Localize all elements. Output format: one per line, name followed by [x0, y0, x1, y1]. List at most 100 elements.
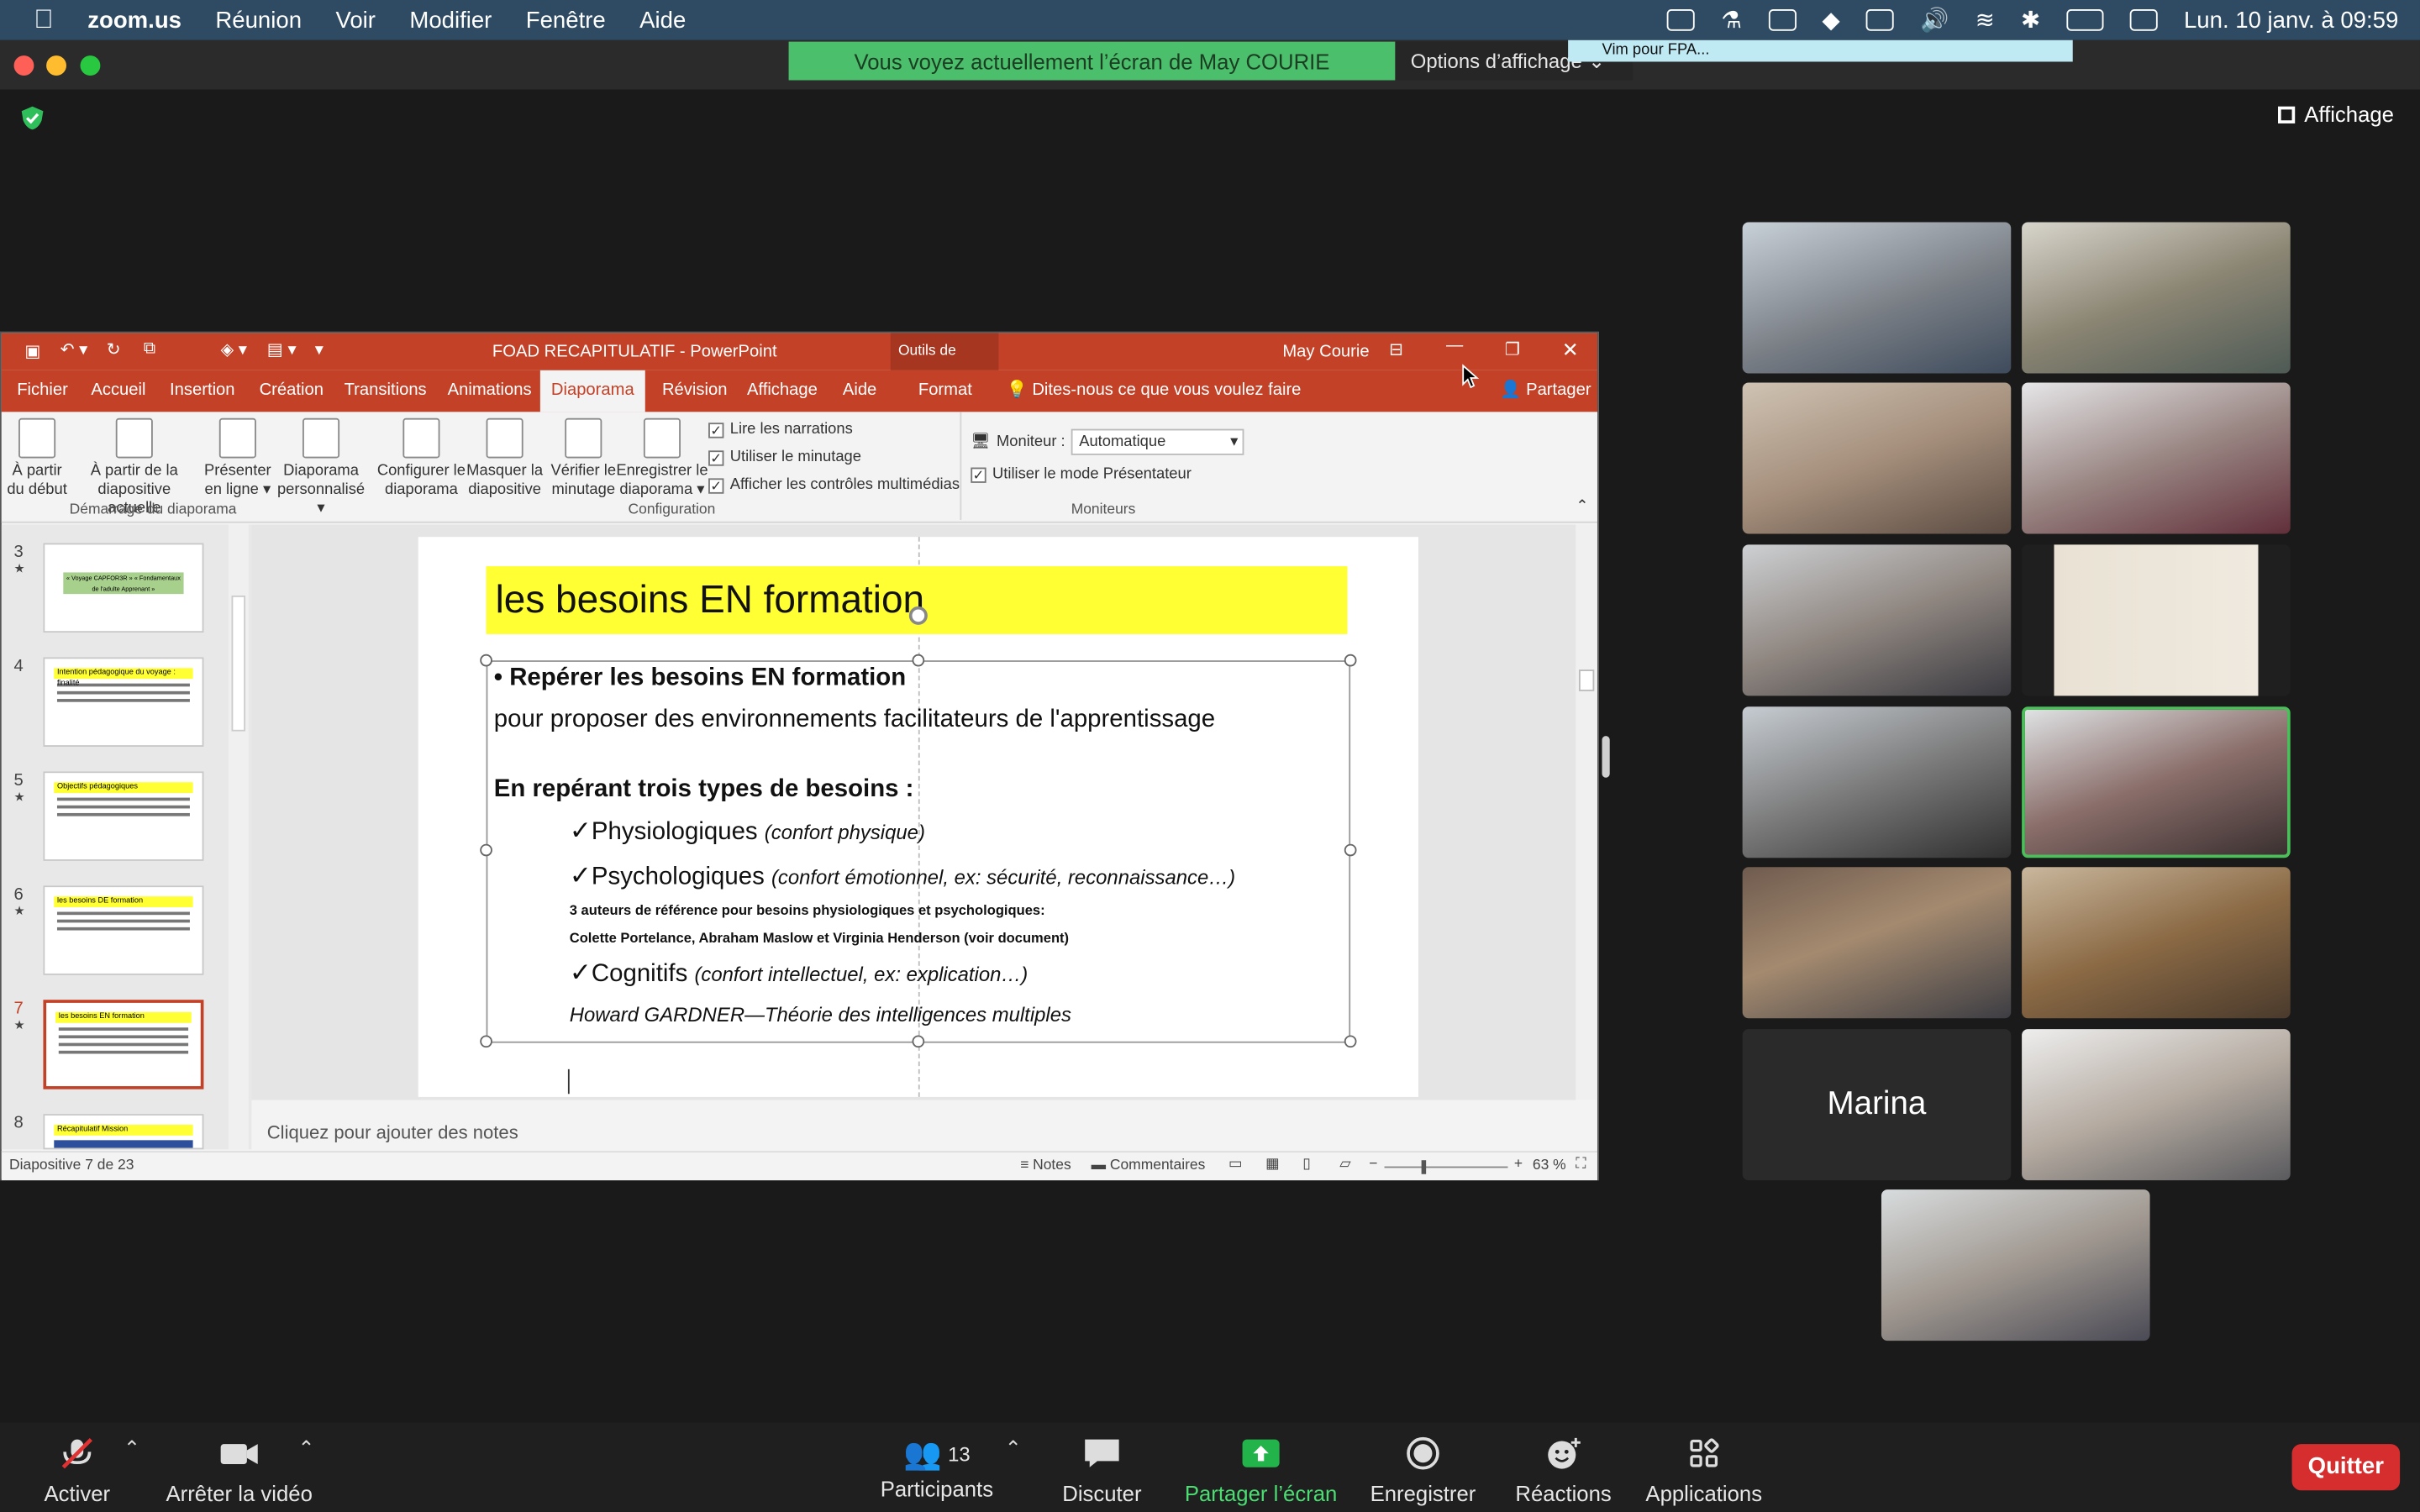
apple-icon[interactable]: 	[34, 5, 53, 36]
menu-item-reunion[interactable]: Réunion	[215, 7, 302, 33]
slide-thumbnail[interactable]: les besoins DE formation	[43, 885, 204, 975]
resize-handle[interactable]	[480, 654, 492, 667]
shield-icon[interactable]	[20, 105, 45, 131]
restore-icon[interactable]: ❐	[1505, 339, 1520, 360]
menu-clock[interactable]: Lun. 10 janv. à 09:59	[2184, 7, 2398, 33]
tab-transitions[interactable]: Transitions	[345, 370, 427, 412]
menu-item-modifier[interactable]: Modifier	[409, 7, 492, 33]
bluetooth-icon[interactable]: ✱	[2021, 6, 2040, 34]
presenter-view-checkbox[interactable]: ✓ Utiliser le mode Présentateur	[971, 466, 1192, 483]
record-button[interactable]: Enregistrer	[1365, 1422, 1482, 1512]
normal-view-icon[interactable]: ▭	[1228, 1156, 1243, 1173]
zoom-slider-thumb[interactable]	[1421, 1160, 1427, 1174]
wifi-icon[interactable]: ≋	[1975, 6, 1995, 34]
leave-meeting-button[interactable]: Quitter	[2291, 1444, 2401, 1491]
apps-button[interactable]: Applications	[1640, 1422, 1767, 1512]
hide-slide-button[interactable]: Masquer la diapositive	[465, 412, 545, 500]
slide-thumbnail[interactable]: « Voyage CAPFOR3R » « Fondamentaux de l'…	[43, 543, 204, 633]
resize-handle[interactable]	[1344, 654, 1357, 667]
tab-format[interactable]: Format	[918, 370, 972, 412]
resize-handle[interactable]	[480, 843, 492, 857]
use-timings-checkbox[interactable]: ✓ Utiliser le minutage	[708, 449, 861, 466]
menu-item-voir[interactable]: Voir	[335, 7, 375, 33]
video-tile[interactable]	[2022, 382, 2291, 534]
chevron-up-icon[interactable]: ⌃	[124, 1436, 140, 1461]
user-name[interactable]: May Courie	[1282, 343, 1369, 361]
rotate-handle-icon[interactable]	[908, 606, 928, 625]
from-start-icon[interactable]: ⧉	[144, 339, 155, 360]
tab-aide[interactable]: Aide	[843, 370, 876, 412]
tell-me-box[interactable]: 💡 Dites-nous ce que vous voulez faire	[1007, 370, 1302, 412]
tab-animations[interactable]: Animations	[448, 370, 532, 412]
media-controls-checkbox[interactable]: ✓ Afficher les contrôles multimédias	[708, 477, 960, 494]
view-button[interactable]: Affichage	[2278, 102, 2394, 127]
tab-creation[interactable]: Création	[260, 370, 324, 412]
fullscreen-window-button[interactable]	[80, 55, 101, 76]
menu-item-fenetre[interactable]: Fenêtre	[526, 7, 606, 33]
undo-icon[interactable]: ↶ ▾	[60, 339, 88, 360]
comments-toggle[interactable]: ▬ Commentaires	[1092, 1158, 1206, 1174]
stop-video-button[interactable]: Arrêter la vidéo	[162, 1422, 317, 1512]
record-show-button[interactable]: Enregistrer le diaporama ▾	[616, 412, 708, 500]
current-slide[interactable]: les besoins EN formation • Repérer les b…	[418, 537, 1418, 1097]
notes-pane[interactable]: Cliquez pour ajouter des notes	[251, 1116, 1576, 1150]
unmute-button[interactable]: Activer	[39, 1422, 116, 1512]
resize-handle[interactable]	[1344, 1035, 1357, 1048]
share-button[interactable]: 👤 Partager	[1500, 370, 1591, 412]
video-tile[interactable]	[1742, 706, 2012, 858]
customize-qat-icon[interactable]: ▾	[315, 339, 324, 360]
resize-handle[interactable]	[912, 1035, 925, 1048]
video-tile[interactable]	[2022, 544, 2291, 696]
menu-item-aide[interactable]: Aide	[639, 7, 686, 33]
slide-thumbnail-selected[interactable]: les besoins EN formation	[43, 1000, 204, 1089]
zoom-level[interactable]: 63 %	[1533, 1158, 1566, 1174]
video-tile[interactable]	[1742, 867, 2012, 1019]
share-screen-button[interactable]: Partager l’écran	[1181, 1422, 1341, 1512]
slide-counter[interactable]: Diapositive 7 de 23	[9, 1158, 134, 1174]
redo-icon[interactable]: ↻	[107, 339, 121, 360]
tab-revision[interactable]: Révision	[662, 370, 727, 412]
tab-fichier[interactable]: Fichier	[17, 370, 68, 412]
video-tile[interactable]	[1742, 222, 2012, 374]
scrollbar-thumb[interactable]	[1578, 669, 1595, 691]
calendar-icon[interactable]	[1768, 9, 1797, 31]
slide-thumbnail[interactable]: Intention pédagogique du voyage : finali…	[43, 657, 204, 747]
dropbox-icon[interactable]: ◆	[1822, 6, 1839, 34]
battery-icon[interactable]	[2066, 9, 2104, 31]
present-online-button[interactable]: Présenter en ligne ▾	[203, 412, 273, 500]
zoom-status-icon[interactable]	[1666, 9, 1696, 31]
save-icon[interactable]: ▣	[24, 341, 40, 361]
slideshow-view-icon[interactable]: ▱	[1339, 1156, 1350, 1173]
control-center-icon[interactable]	[2129, 9, 2158, 31]
video-tile-active-speaker[interactable]	[2022, 706, 2291, 858]
editor-scrollbar[interactable]	[1576, 524, 1598, 1100]
video-tile[interactable]	[2022, 1029, 2291, 1181]
video-tile-name-only[interactable]: Marina	[1742, 1029, 2012, 1181]
slide-thumbnail[interactable]: Objectifs pédagogiques	[43, 771, 204, 861]
slide-thumbnail[interactable]: Récapitulatif Mission	[43, 1114, 204, 1150]
tab-diaporama[interactable]: Diaporama	[539, 370, 645, 412]
minimize-window-button[interactable]	[46, 55, 66, 76]
close-window-button[interactable]	[13, 55, 34, 76]
video-tile[interactable]	[1742, 544, 2012, 696]
zoom-out-icon[interactable]: −	[1369, 1156, 1377, 1173]
collapse-ribbon-icon[interactable]: ⌃	[1576, 498, 1588, 515]
menu-app-name[interactable]: zoom.us	[87, 7, 182, 33]
reactions-button[interactable]: Réactions	[1512, 1422, 1614, 1512]
video-tile[interactable]	[1742, 382, 2012, 534]
zoom-in-icon[interactable]: +	[1514, 1156, 1523, 1173]
scrollbar-thumb[interactable]	[231, 595, 246, 732]
flask-icon[interactable]: ⚗	[1721, 6, 1742, 34]
close-icon[interactable]: ✕	[1562, 338, 1579, 362]
from-start-button[interactable]: À partir du début	[5, 412, 70, 500]
fill-color-icon[interactable]: ◈ ▾	[221, 339, 247, 360]
chevron-up-icon[interactable]: ⌃	[1005, 1436, 1022, 1461]
video-tile[interactable]	[1881, 1189, 2150, 1341]
monitor-select[interactable]: Automatique ▾	[1071, 428, 1244, 455]
zoom-slider[interactable]	[1384, 1160, 1508, 1174]
thumbs-scrollbar[interactable]	[228, 524, 249, 1150]
panel-splitter[interactable]	[1602, 736, 1610, 778]
play-narrations-checkbox[interactable]: ✓ Lire les narrations	[708, 421, 853, 438]
fit-to-window-icon[interactable]: ⛶	[1576, 1156, 1586, 1173]
chevron-up-icon[interactable]: ⌃	[297, 1436, 314, 1461]
